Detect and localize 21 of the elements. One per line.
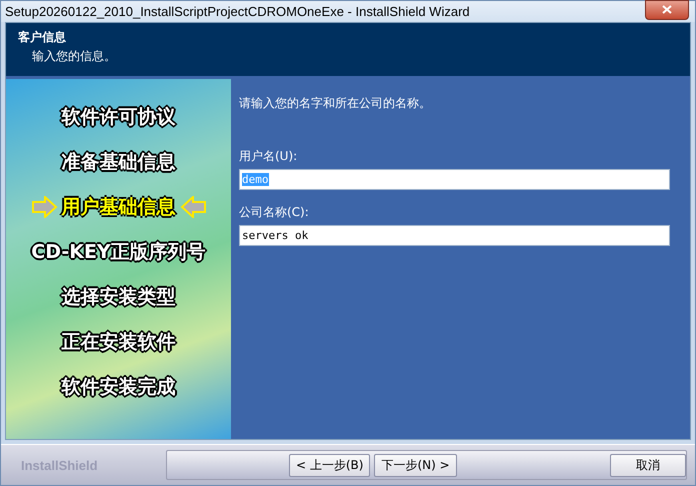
nav-button[interactable]: < 上一步(B) bbox=[289, 454, 370, 476]
close-icon bbox=[662, 5, 672, 14]
field-label: 用户名(U): bbox=[239, 148, 298, 165]
step-label: 正在安装软件 bbox=[62, 330, 176, 355]
window-title: Setup20260122_2010_InstallScriptProjectCDROMOneExe - InstallShield Wizard bbox=[5, 4, 470, 19]
right-arrow-icon bbox=[30, 196, 58, 218]
step-label: 选择安装类型 bbox=[62, 285, 176, 310]
field-label: 公司名称(C): bbox=[239, 204, 310, 221]
step-label: 软件许可协议 bbox=[62, 105, 176, 130]
input-field[interactable]: servers ok bbox=[239, 225, 670, 246]
step-label: 准备基础信息 bbox=[62, 150, 176, 175]
page-title: 客户信息 bbox=[18, 29, 67, 46]
close-button[interactable] bbox=[645, 0, 689, 20]
left-arrow-icon bbox=[180, 196, 206, 218]
page-subtitle: 输入您的信息。 bbox=[31, 48, 117, 65]
nav-button[interactable]: 下一步(N) > bbox=[374, 454, 457, 476]
step-label: 软件安装完成 bbox=[62, 375, 176, 400]
step-label: CD-KEY正版序列号 bbox=[31, 240, 206, 265]
instruction-text: 请输入您的名字和所在公司的名称。 bbox=[239, 95, 432, 112]
step-label: 用户基础信息 bbox=[62, 195, 176, 220]
cancel-button[interactable]: 取消 bbox=[610, 454, 686, 476]
